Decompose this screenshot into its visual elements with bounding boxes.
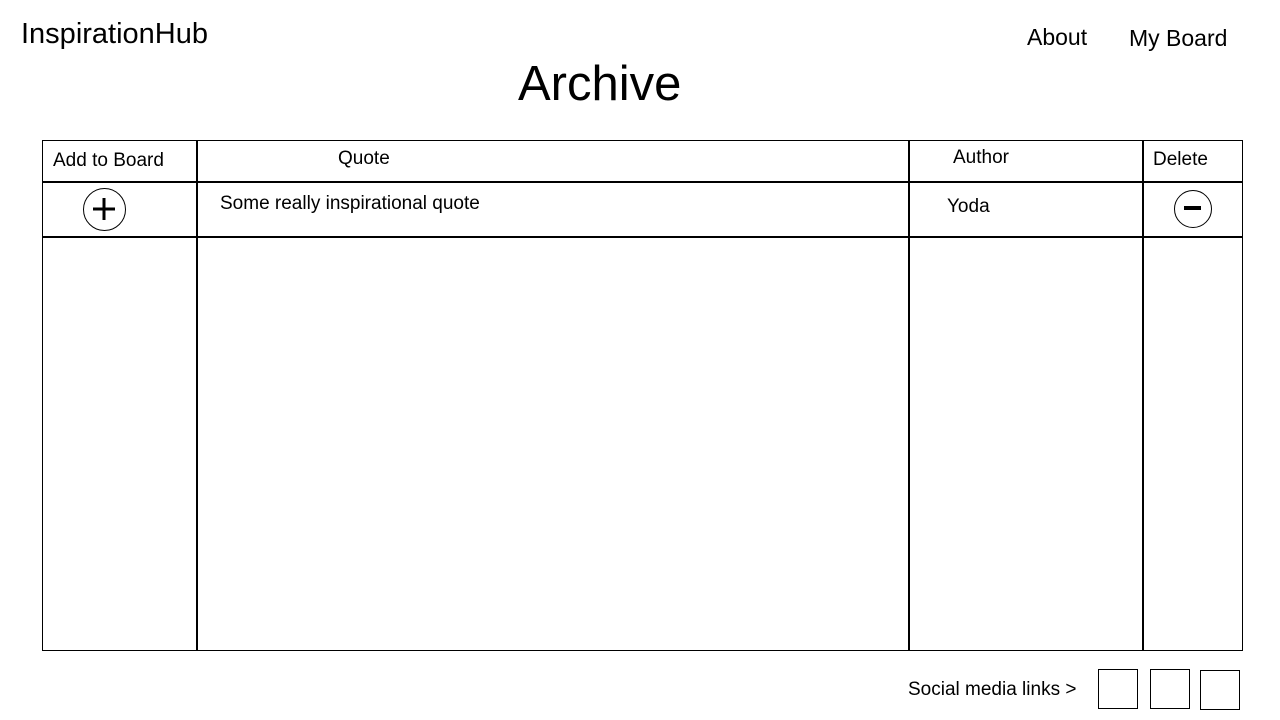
site-logo[interactable]: InspirationHub <box>21 17 208 51</box>
page-title: Archive <box>518 57 682 111</box>
column-header-add-to-board: Add to Board <box>53 150 164 171</box>
archive-table <box>42 140 1243 651</box>
column-header-delete: Delete <box>1153 149 1208 170</box>
social-link-2[interactable] <box>1150 669 1190 709</box>
column-divider <box>908 140 910 651</box>
add-to-board-button[interactable] <box>83 188 126 231</box>
row-divider <box>42 236 1243 238</box>
social-link-3[interactable] <box>1200 670 1240 710</box>
header-divider <box>42 181 1243 183</box>
plus-circle-icon <box>93 198 115 220</box>
column-divider <box>1142 140 1144 651</box>
minus-circle-icon <box>1184 206 1201 210</box>
column-divider <box>196 140 198 651</box>
delete-button[interactable] <box>1174 190 1212 228</box>
nav-link-my-board[interactable]: My Board <box>1129 24 1227 52</box>
author-text: Yoda <box>947 196 990 217</box>
quote-text: Some really inspirational quote <box>220 193 480 214</box>
column-header-author: Author <box>953 147 1009 168</box>
social-link-1[interactable] <box>1098 669 1138 709</box>
column-header-quote: Quote <box>338 148 390 169</box>
social-media-label: Social media links > <box>908 679 1077 700</box>
nav-link-about[interactable]: About <box>1027 23 1087 51</box>
